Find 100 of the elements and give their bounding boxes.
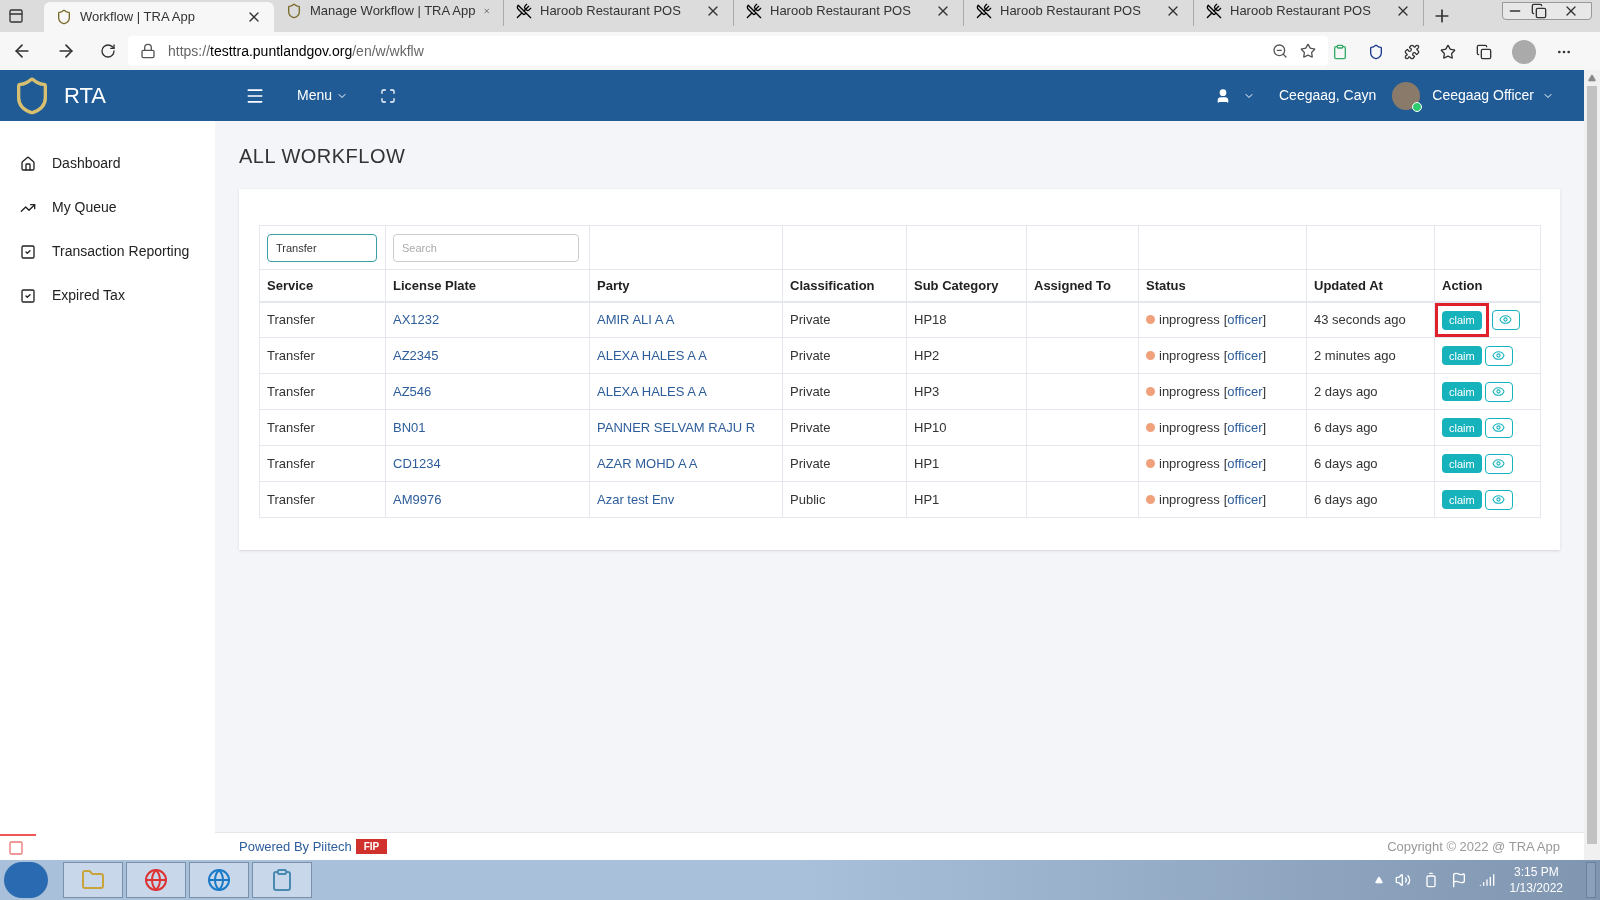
clipboard-icon[interactable] [1332, 44, 1348, 60]
reload-icon[interactable] [100, 43, 116, 59]
zoom-out-icon[interactable] [1272, 43, 1288, 59]
search-field[interactable]: Search [393, 233, 579, 262]
service-filter-field[interactable]: Transfer [267, 233, 377, 262]
menu-button[interactable]: Menu [297, 85, 349, 106]
column-header: Party [589, 269, 783, 302]
tab-title: Haroob Restaurant POS [1230, 2, 1372, 21]
table-cell: Private [782, 337, 907, 374]
table-cell: HP18 [906, 301, 1027, 338]
table-cell: Transfer [259, 373, 386, 410]
taskbar-app[interactable] [252, 862, 312, 898]
sidebar-item[interactable]: My Queue [0, 197, 215, 218]
column-header: Service [259, 269, 386, 302]
tab-title: Haroob Restaurant POS [1000, 2, 1142, 21]
view-button[interactable] [1491, 309, 1520, 330]
avatar[interactable] [1392, 81, 1421, 110]
user-name: Ceegaag, Cayn [1279, 86, 1377, 105]
browser-tab[interactable]: Haroob Restaurant POS [734, 0, 964, 26]
window-controls[interactable] [1502, 2, 1592, 20]
table-cell: Private [782, 301, 907, 338]
clock-time: 3:15 PM [1513, 864, 1559, 880]
column-header: Status [1138, 269, 1307, 302]
scroll-up-icon[interactable] [1588, 74, 1596, 82]
plate-link[interactable]: AX1232 [393, 312, 440, 327]
eye-icon [1492, 385, 1506, 398]
checkbox-icon [20, 243, 36, 260]
lock-icon [140, 43, 156, 59]
taskbar-app[interactable] [126, 862, 186, 898]
sidebar-item[interactable]: Dashboard [0, 153, 215, 174]
plate-link[interactable]: CD1234 [393, 455, 441, 471]
table-cell: Transfer [259, 301, 386, 338]
party-link[interactable]: AMIR ALI A A [597, 312, 675, 327]
plate-link[interactable]: AZ2345 [393, 347, 439, 363]
party-link[interactable]: Azar test Env [597, 491, 675, 507]
tab-title: Manage Workflow | TRA App [310, 2, 476, 21]
eye-icon [1492, 457, 1506, 470]
role-link[interactable]: [officer] [1223, 381, 1267, 402]
plate-link[interactable]: AM9976 [393, 491, 442, 507]
scrollbar[interactable] [1584, 70, 1600, 860]
shield-icon[interactable] [1368, 44, 1384, 60]
collections-icon[interactable] [1476, 44, 1492, 60]
table-cell: 2 minutes ago [1306, 337, 1435, 374]
table-cell: Private [782, 445, 907, 482]
address-field[interactable]: https://testtra.puntlandgov.org/en/w/wkflw [128, 36, 1328, 66]
status-text: inprogress [1159, 454, 1220, 473]
table-cell: HP1 [906, 445, 1027, 482]
status-text: inprogress [1159, 418, 1220, 437]
view-button[interactable] [1484, 453, 1513, 474]
sidebar-item[interactable]: Expired Tax [0, 285, 215, 306]
cutlery-icon [746, 3, 762, 19]
favorites-icon[interactable] [1440, 44, 1456, 60]
volume-icon[interactable] [1394, 872, 1411, 888]
tab-actions-icon[interactable] [8, 8, 24, 24]
favorite-icon[interactable] [1300, 43, 1316, 59]
role-link[interactable]: [officer] [1223, 345, 1267, 366]
table-cell: Transfer [259, 481, 386, 518]
fullscreen-icon[interactable] [380, 87, 397, 104]
sidebar-item[interactable]: Transaction Reporting [0, 241, 215, 262]
column-header: Action [1434, 269, 1541, 302]
view-button[interactable] [1484, 345, 1513, 366]
role-link[interactable]: [officer] [1223, 489, 1267, 510]
cutlery-icon [516, 3, 532, 19]
cutlery-icon [1206, 3, 1222, 19]
taskbar-app[interactable] [189, 862, 249, 898]
role-link[interactable]: [officer] [1223, 310, 1267, 330]
status-text: inprogress [1159, 311, 1220, 329]
role-link[interactable]: [officer] [1223, 453, 1267, 474]
table-cell: Private [782, 409, 907, 446]
taskbar-app[interactable] [63, 862, 123, 898]
browser-tab[interactable]: Haroob Restaurant POS [964, 0, 1194, 26]
signal-icon[interactable] [1478, 872, 1495, 888]
browser-tab[interactable]: Haroob Restaurant POS [504, 0, 734, 26]
flag-icon[interactable] [1450, 872, 1467, 888]
extensions-icon[interactable] [1404, 44, 1420, 60]
user-icon[interactable] [1215, 87, 1231, 104]
eye-icon [1492, 493, 1506, 506]
plate-link[interactable]: BN01 [393, 419, 426, 435]
page-title: ALL WORKFLOW [239, 144, 407, 169]
copyright-text: Copyright © 2022 @ TRA App [1387, 837, 1560, 856]
browser-tab[interactable]: Workflow | TRA App [44, 2, 274, 32]
column-header: Updated At [1306, 269, 1435, 302]
checkbox-icon [20, 287, 36, 304]
table-cell: Transfer [259, 409, 386, 446]
view-button[interactable] [1484, 417, 1513, 438]
table-cell: HP10 [906, 409, 1027, 446]
tab-title: Workflow | TRA App [80, 8, 196, 27]
start-button[interactable] [4, 862, 48, 898]
browser-tab[interactable]: Manage Workflow | TRA App [274, 0, 504, 26]
role-link[interactable]: [officer] [1223, 417, 1267, 438]
table-cell: Transfer [259, 337, 386, 374]
role-dropdown[interactable]: Ceegaag Officer [1432, 85, 1554, 106]
view-button[interactable] [1484, 489, 1513, 510]
table-cell: Private [782, 373, 907, 410]
tray-arrow-icon[interactable] [1374, 876, 1383, 884]
view-button[interactable] [1484, 381, 1513, 402]
status-text: inprogress [1159, 346, 1220, 365]
column-header: Sub Category [906, 269, 1027, 302]
plate-link[interactable]: AZ546 [393, 383, 432, 399]
browser-tab[interactable]: Haroob Restaurant POS [1194, 0, 1424, 26]
